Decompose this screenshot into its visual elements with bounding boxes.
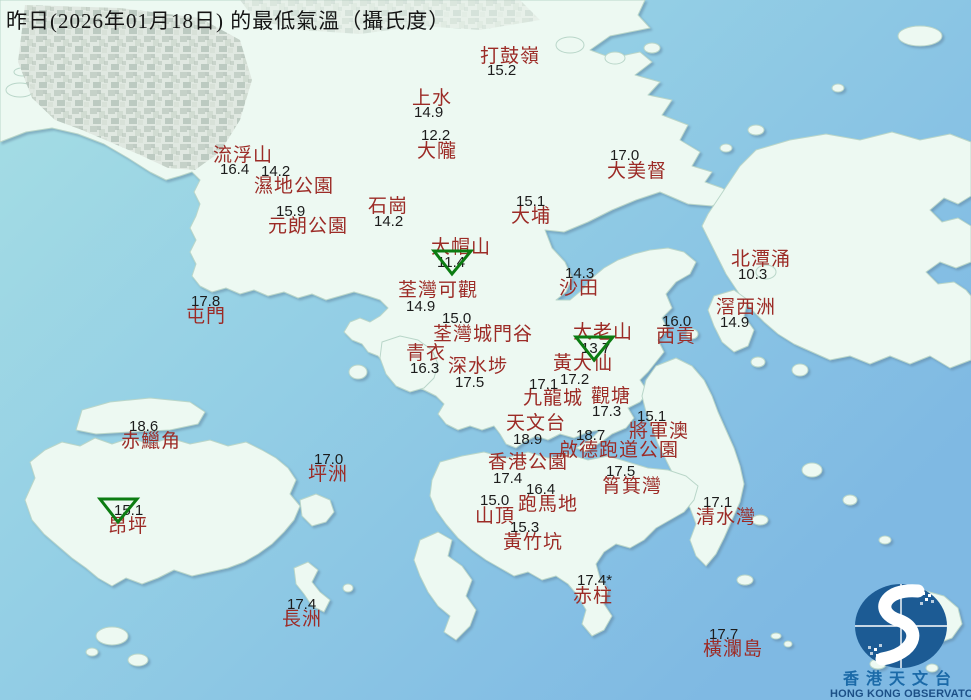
station-value: 17.1 (703, 494, 733, 511)
hko-logo-name-english: HONG KONG OBSERVATORY (830, 688, 971, 700)
station-value: 17.5 (455, 374, 485, 391)
station-value: 11.4 (437, 254, 466, 271)
station-value: 14.9 (720, 314, 750, 331)
station-value: 17.7 (709, 626, 739, 643)
station-value: 14.9 (406, 298, 436, 315)
station-value: 18.6 (129, 418, 159, 435)
station-value: 15.1 (516, 193, 546, 210)
station-value: 16.3 (410, 360, 440, 377)
station-name: 大隴 (417, 141, 458, 162)
station-value: 15.9 (276, 203, 306, 220)
station-name: 大美督 (607, 161, 668, 182)
temperature-map: 打鼓嶺 15.2 上水 14.9 大隴 12.2 大美督 17.0 流浮山 16.4 濕地公園 14.… (0, 0, 971, 700)
hko-min-temperature-map: { "title": "昨日(2026年01月18日) 的最低氣溫（攝氏度）",… (0, 0, 971, 700)
station-value: 14.2 (374, 213, 404, 230)
station-value: 17.8 (191, 293, 221, 310)
station-value: 17.0 (314, 451, 344, 468)
station-value: 16.4 (526, 481, 556, 498)
station-value: 17.0 (610, 147, 640, 164)
station-value: 14.2 (261, 163, 291, 180)
station-value: 18.7 (576, 427, 606, 444)
station-labels-layer: 打鼓嶺 15.2 上水 14.9 大隴 12.2 大美督 17.0 流浮山 16.4 濕地公園 14.… (0, 0, 971, 700)
station-name: 赤柱 (573, 586, 614, 607)
station-value: 15.0 (480, 492, 510, 509)
station-value: 15.0 (442, 310, 472, 327)
station-value: 10.3 (738, 266, 768, 283)
hko-logo-icon (854, 584, 947, 668)
station-value: 17.3 (592, 403, 622, 420)
station-value: 15.1 (637, 408, 667, 425)
station-value: 17.5 (606, 463, 636, 480)
station-value: 17.4* (577, 572, 613, 589)
station-name: 荃灣城門谷 (433, 324, 534, 345)
hko-logo: 香港天文台 HONG KONG OBSERVATORY (830, 582, 971, 700)
station-value: 18.9 (513, 431, 543, 448)
station-name: 昂坪 (108, 516, 149, 537)
station-value: 12.2 (421, 127, 451, 144)
station-value: 17.1 (529, 376, 559, 393)
station-value: 15.3 (510, 519, 540, 536)
station-value: 16.0 (662, 313, 692, 330)
station-value: 15.1 (114, 502, 144, 519)
station-value: 17.4 (493, 470, 523, 487)
station-value: 14.9 (414, 104, 444, 121)
hko-logo-name-chinese: 香港天文台 (842, 671, 958, 688)
station-value: 14.3 (565, 265, 595, 282)
station-name: 山頂 (475, 506, 516, 527)
station-value: 17.2 (560, 371, 590, 388)
station-value: 16.4 (220, 161, 250, 178)
station-value: 17.4 (287, 596, 317, 613)
station-value: 15.2 (487, 62, 517, 79)
page-title: 昨日(2026年01月18日) 的最低氣溫（攝氏度） (6, 9, 451, 33)
